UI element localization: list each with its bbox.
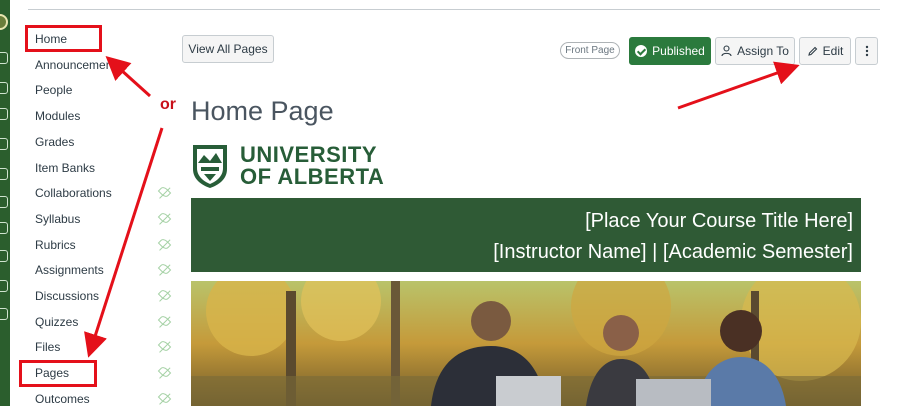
hidden-eye-icon — [157, 365, 172, 379]
published-label: Published — [652, 44, 705, 58]
or-annotation: or — [160, 96, 176, 113]
nav-item-quizzes[interactable]: Quizzes — [35, 312, 78, 332]
edit-button[interactable]: Edit — [799, 37, 851, 65]
banner-instructor-line: [Instructor Name] | [Academic Semester] — [493, 241, 853, 263]
university-wordmark: UNIVERSITY OF ALBERTA — [240, 144, 384, 188]
inbox-icon[interactable] — [0, 196, 8, 208]
published-button[interactable]: Published — [629, 37, 711, 65]
view-all-pages-button[interactable]: View All Pages — [182, 35, 274, 63]
nav-item-people[interactable]: People — [35, 80, 72, 100]
hidden-eye-icon — [157, 314, 172, 328]
hidden-eye-icon — [157, 339, 172, 353]
dashboard-icon[interactable] — [0, 82, 8, 94]
nav-item-outcomes[interactable]: Outcomes — [35, 389, 90, 409]
edit-label: Edit — [822, 44, 844, 58]
pencil-icon — [807, 46, 817, 56]
hidden-eye-icon — [157, 211, 172, 225]
commons-icon[interactable] — [0, 280, 8, 292]
groups-icon[interactable] — [0, 138, 8, 150]
user-avatar[interactable] — [0, 14, 8, 30]
nav-item-announcements[interactable]: Announcements — [35, 55, 122, 75]
calendar-icon[interactable] — [0, 168, 8, 180]
banner-course-title: [Place Your Course Title Here] — [585, 210, 853, 232]
history-icon[interactable] — [0, 222, 8, 234]
nav-item-grades[interactable]: Grades — [35, 132, 74, 152]
more-options-button[interactable] — [855, 37, 878, 65]
studio-icon[interactable] — [0, 250, 8, 262]
wordmark-line-2: OF ALBERTA — [240, 164, 385, 189]
check-icon — [635, 45, 648, 57]
nav-item-item-banks[interactable]: Item Banks — [35, 158, 95, 178]
breadcrumb-divider — [28, 9, 880, 10]
hidden-eye-icon — [157, 288, 172, 302]
kebab-icon — [865, 45, 868, 57]
hidden-eye-icon — [157, 185, 172, 199]
courses-icon[interactable] — [0, 108, 8, 120]
course-banner: [Place Your Course Title Here] [Instruct… — [191, 198, 861, 272]
assign-to-button[interactable]: Assign To — [715, 37, 795, 65]
wordmark-line-1: UNIVERSITY — [240, 142, 378, 167]
students-photo — [191, 281, 861, 406]
nav-item-collaborations[interactable]: Collaborations — [35, 183, 112, 203]
user-icon — [721, 45, 732, 57]
highlight-home — [25, 25, 102, 52]
account-icon[interactable] — [0, 52, 8, 64]
hidden-eye-icon — [157, 237, 172, 251]
assign-to-label: Assign To — [737, 44, 789, 58]
help-icon[interactable] — [0, 308, 8, 320]
hidden-eye-icon — [157, 262, 172, 276]
arrow-to-edit — [677, 61, 800, 110]
page-title: Home Page — [191, 96, 334, 126]
nav-item-files[interactable]: Files — [35, 337, 60, 357]
global-nav-rail — [0, 0, 10, 406]
nav-item-discussions[interactable]: Discussions — [35, 286, 99, 306]
nav-item-rubrics[interactable]: Rubrics — [35, 235, 76, 255]
university-shield-logo — [193, 145, 227, 188]
nav-item-modules[interactable]: Modules — [35, 106, 80, 126]
nav-item-assignments[interactable]: Assignments — [35, 260, 104, 280]
front-page-badge: Front Page — [560, 42, 620, 59]
hidden-eye-icon — [157, 391, 172, 405]
highlight-pages — [19, 360, 97, 387]
nav-item-syllabus[interactable]: Syllabus — [35, 209, 80, 229]
arrow-to-pages — [84, 127, 164, 358]
